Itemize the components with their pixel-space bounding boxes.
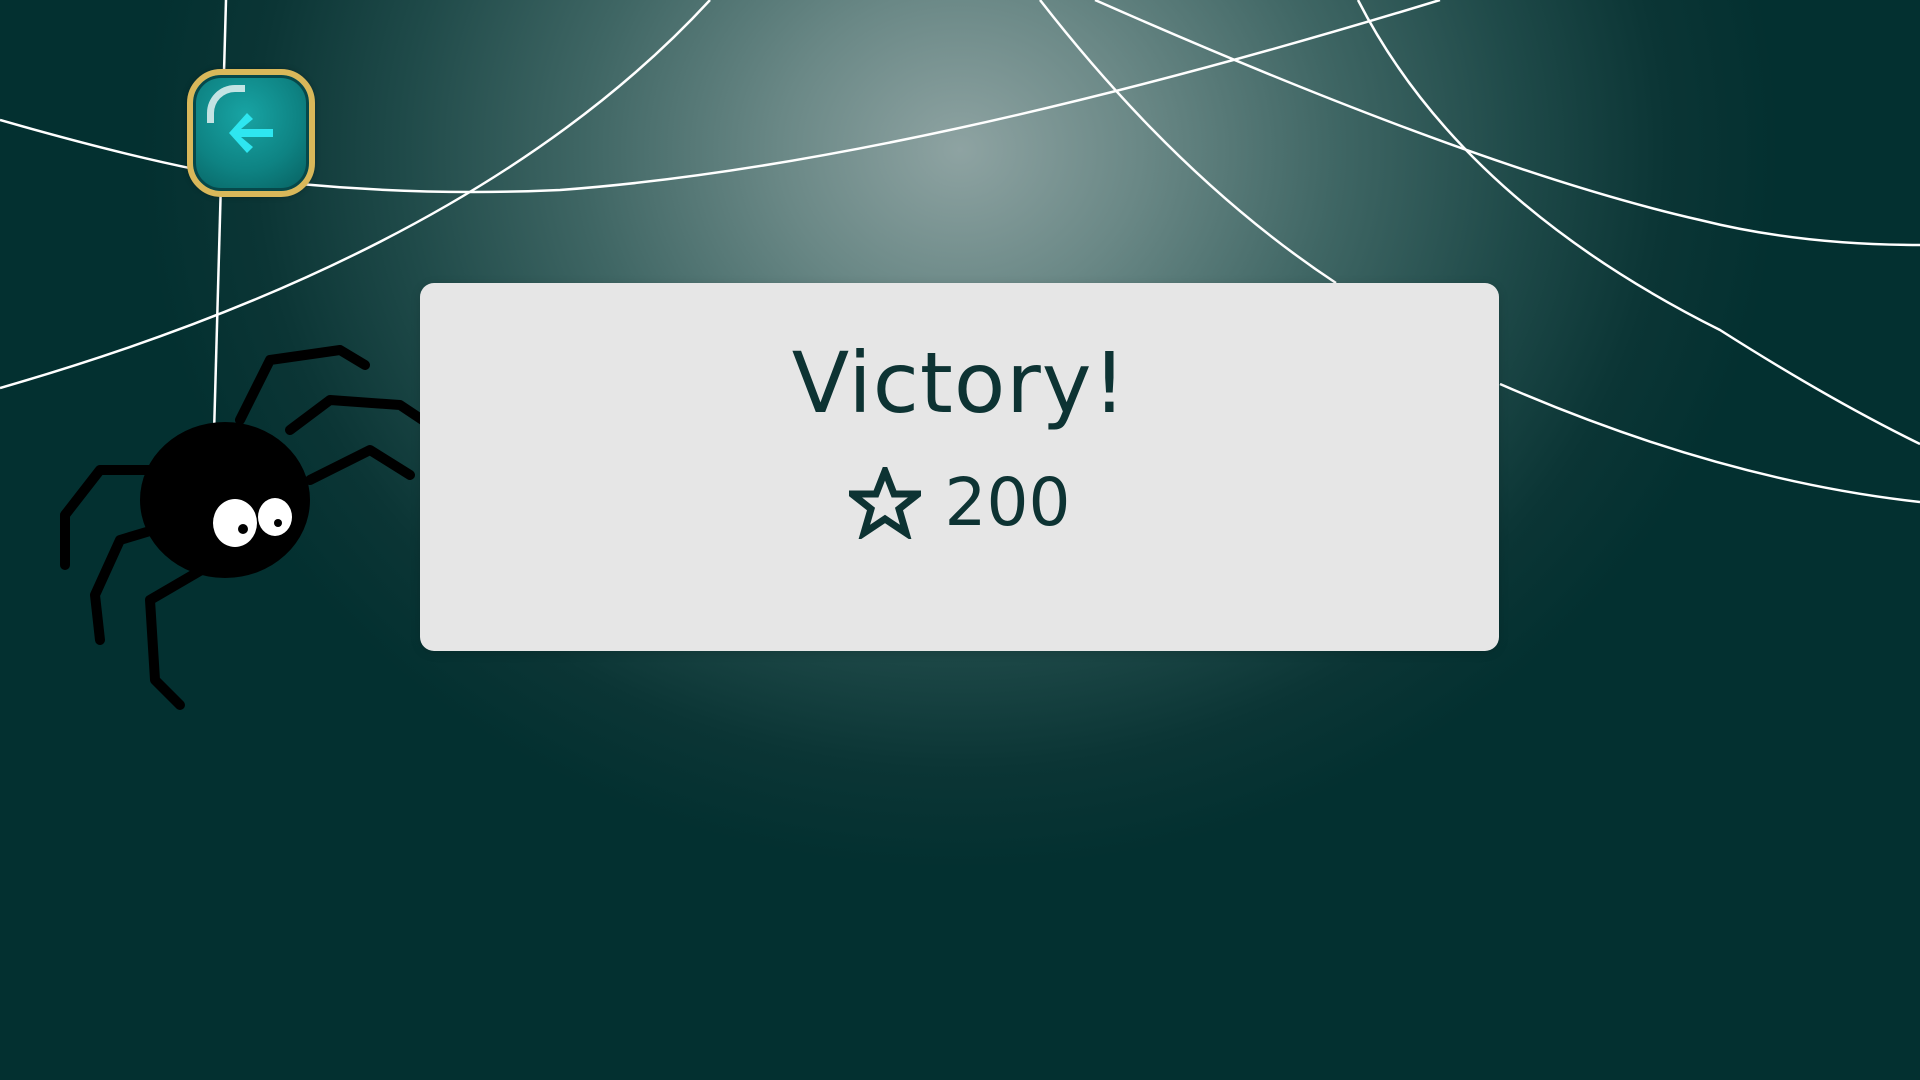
web-thread [1039,0,1337,285]
score-value: 200 [944,464,1071,541]
victory-dialog: Victory! 200 [420,283,1499,651]
spider-pupil [274,519,282,527]
web-thread [1499,382,1920,504]
spider-leg [145,560,215,710]
web-thread [1094,0,1920,247]
score-row: 200 [420,463,1499,543]
spider-leg [305,445,415,485]
spider-body [140,422,310,578]
victory-title: Victory! [791,334,1128,432]
spider-pupil [238,524,248,534]
spider-leg [235,345,370,425]
spider-eye [213,499,257,547]
star-icon [848,467,921,539]
arrow-left-icon [229,113,273,153]
spider-leg [285,395,435,435]
back-button[interactable] [187,69,315,197]
spider [60,345,435,710]
spider-eye [258,498,292,536]
